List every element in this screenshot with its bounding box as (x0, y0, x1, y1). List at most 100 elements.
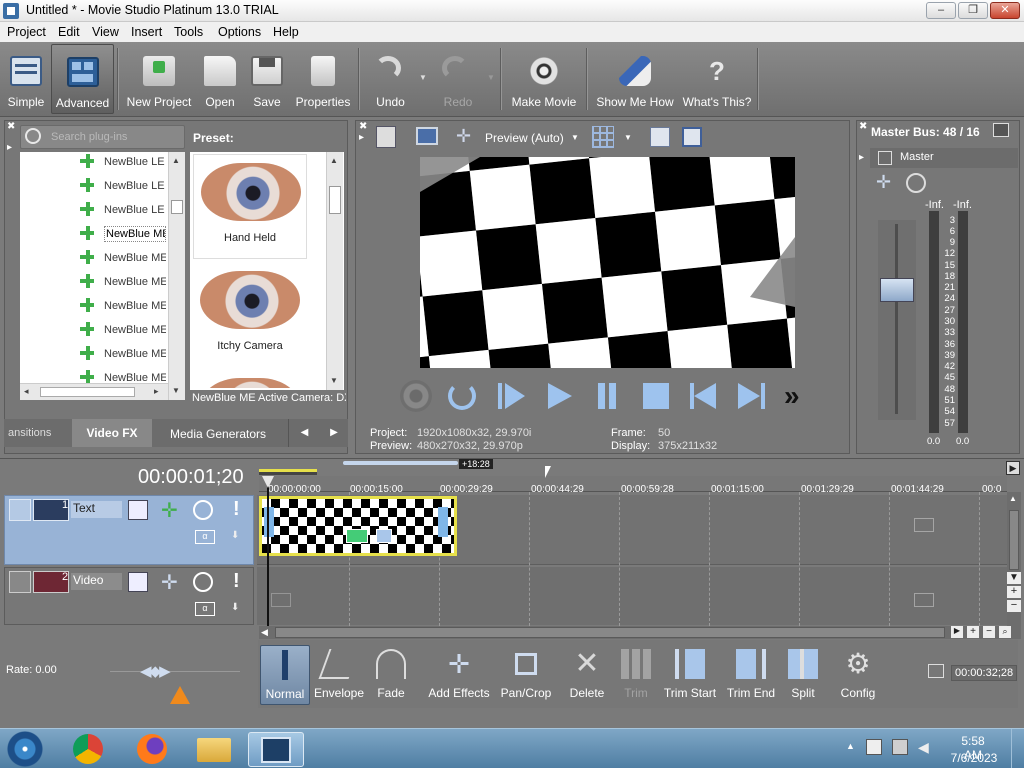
record-icon[interactable] (400, 380, 432, 412)
compositing-child-icon[interactable]: ⬇ (231, 602, 245, 618)
panel-close-icon[interactable]: ✖ (7, 121, 15, 132)
rate-slider-handle-icon[interactable] (170, 686, 190, 704)
tree-horizontal-scrollbar[interactable]: ◂ ▸ (20, 383, 168, 400)
tree-item[interactable]: NewBlue LE S (20, 176, 168, 196)
taskbar-movie-studio[interactable] (248, 732, 304, 767)
mute-track-icon[interactable] (193, 572, 213, 592)
scrub-control-icon[interactable]: ◀◆▶ (140, 662, 186, 680)
delete-button[interactable]: ✕ Delete (565, 645, 609, 705)
tray-expand-icon[interactable]: ▲ (846, 741, 855, 751)
pan-crop-button[interactable]: Pan/Crop (498, 645, 554, 705)
chevron-down-icon[interactable]: ▼ (571, 133, 579, 142)
zoom-out-icon[interactable]: − (983, 626, 995, 638)
scroll-down-icon[interactable]: ▼ (330, 376, 338, 385)
new-project-button[interactable]: New Project (124, 44, 194, 114)
show-desktop-button[interactable] (1011, 729, 1024, 768)
show-me-how-button[interactable]: Show Me How (594, 44, 676, 114)
tree-item[interactable]: NewBlue ME (20, 344, 168, 364)
tab-media-generators[interactable]: Media Generators (170, 427, 266, 441)
tree-item[interactable]: NewBlue ME (20, 320, 168, 340)
chevron-down-icon[interactable]: ▼ (624, 133, 632, 142)
panel-close-icon[interactable]: ✖ (359, 121, 367, 132)
mute-track-icon[interactable] (193, 500, 213, 520)
tabs-left-arrow-icon[interactable]: ◀ (288, 419, 320, 447)
track-lane-2[interactable] (257, 567, 1007, 625)
menu-view[interactable]: View (92, 25, 119, 39)
video-preview-canvas[interactable] (420, 157, 795, 368)
scroll-thumb[interactable] (329, 186, 341, 214)
windows-start-icon[interactable] (6, 731, 44, 767)
track-header-text[interactable]: 1 Text ✛ ! α ⬇ (4, 495, 254, 565)
minimize-button[interactable]: ‒ (926, 2, 956, 19)
compositing-mode-icon[interactable] (128, 500, 148, 520)
track-fx-icon[interactable]: ✛ (161, 570, 178, 595)
stop-icon[interactable] (640, 380, 672, 412)
scroll-left-icon[interactable]: ◀ (261, 627, 268, 638)
pan-crop-icon[interactable] (376, 529, 392, 543)
tab-video-fx[interactable]: Video FX (72, 419, 152, 447)
loop-playback-icon[interactable] (448, 382, 476, 410)
close-button[interactable]: ✕ (990, 2, 1020, 19)
panel-menu-icon[interactable]: ▸ (359, 132, 364, 143)
solo-track-icon[interactable]: ! (233, 570, 240, 593)
menu-edit[interactable]: Edit (58, 25, 80, 39)
taskbar-explorer[interactable] (186, 732, 242, 767)
track-expand-icon[interactable] (9, 571, 31, 593)
panel-menu-icon[interactable]: ▸ (7, 142, 12, 153)
tab-transitions[interactable]: ansitions (8, 427, 51, 439)
end-timecode[interactable]: 00:00:32;28 (951, 665, 1018, 681)
zoom-out-icon[interactable]: − (1007, 600, 1021, 612)
clip-fade-handle[interactable] (264, 507, 274, 537)
compositing-child-icon[interactable]: ⬇ (231, 530, 245, 546)
preset-itchy-camera[interactable]: Itchy Camera (193, 263, 307, 368)
add-effects-button[interactable]: ✛ Add Effects (427, 645, 491, 705)
make-movie-button[interactable]: Make Movie (508, 44, 580, 114)
split-button[interactable]: Split (784, 645, 822, 705)
master-volume-fader[interactable] (880, 278, 914, 302)
loop-region-bar[interactable] (343, 461, 458, 465)
trim-start-button[interactable]: Trim Start (662, 645, 718, 705)
split-screen-icon[interactable]: ✛ (456, 127, 478, 147)
tree-item[interactable]: NewBlue ME (20, 296, 168, 316)
copy-snapshot-icon[interactable] (650, 127, 670, 147)
scroll-down-icon[interactable]: ▼ (1007, 572, 1021, 584)
normal-tool-button[interactable]: Normal (260, 645, 310, 705)
go-to-start-icon[interactable] (688, 380, 720, 412)
more-controls-icon[interactable]: » (784, 380, 816, 412)
preset-vertical-scrollbar[interactable]: ▲ ▼ (326, 152, 343, 390)
track-name-field[interactable]: Text (71, 501, 122, 518)
zoom-in-icon[interactable]: + (1007, 586, 1021, 598)
undo-button[interactable]: Undo (368, 44, 413, 114)
mixer-options-icon[interactable] (993, 123, 1009, 137)
playhead-cursor[interactable] (267, 478, 269, 626)
scroll-right-icon[interactable]: ▸ (154, 386, 159, 397)
zoom-in-icon[interactable]: + (967, 626, 979, 638)
config-button[interactable]: ⚙ Config (834, 645, 882, 705)
search-input[interactable]: Search plug-ins (20, 125, 185, 149)
properties-button[interactable]: Properties (293, 44, 353, 114)
trim-end-button[interactable]: Trim End (724, 645, 778, 705)
overlays-grid-icon[interactable] (592, 126, 614, 148)
compositing-mode-icon[interactable] (128, 572, 148, 592)
menu-options[interactable]: Options (218, 25, 261, 39)
envelope-tool-button[interactable]: Envelope (313, 645, 365, 705)
scroll-thumb[interactable] (171, 200, 183, 214)
tree-item[interactable]: NewBlue ME (20, 248, 168, 268)
zoom-tool-icon[interactable]: ⌕ (999, 626, 1011, 638)
advanced-button[interactable]: Advanced (51, 44, 114, 114)
scroll-down-icon[interactable]: ▼ (172, 386, 180, 395)
scroll-thumb[interactable] (1009, 510, 1019, 570)
maximize-button[interactable]: ❐ (958, 2, 988, 19)
undo-dropdown-icon[interactable]: ▼ (419, 73, 427, 82)
scroll-left-icon[interactable]: ◂ (24, 386, 29, 397)
go-to-end-icon[interactable] (736, 380, 768, 412)
panel-close-icon[interactable]: ✖ (859, 121, 867, 132)
timecode-display[interactable]: 00:00:01;20 (138, 466, 244, 489)
scroll-thumb[interactable] (40, 387, 135, 397)
preview-quality-dropdown[interactable]: Preview (Auto) (485, 131, 564, 145)
action-center-icon[interactable] (866, 739, 882, 755)
solo-track-icon[interactable]: ! (233, 498, 240, 521)
preset-thumbnail-partial[interactable] (193, 374, 307, 388)
panel-menu-icon[interactable]: ▸ (859, 152, 864, 163)
track-name-field[interactable]: Video (71, 573, 122, 590)
